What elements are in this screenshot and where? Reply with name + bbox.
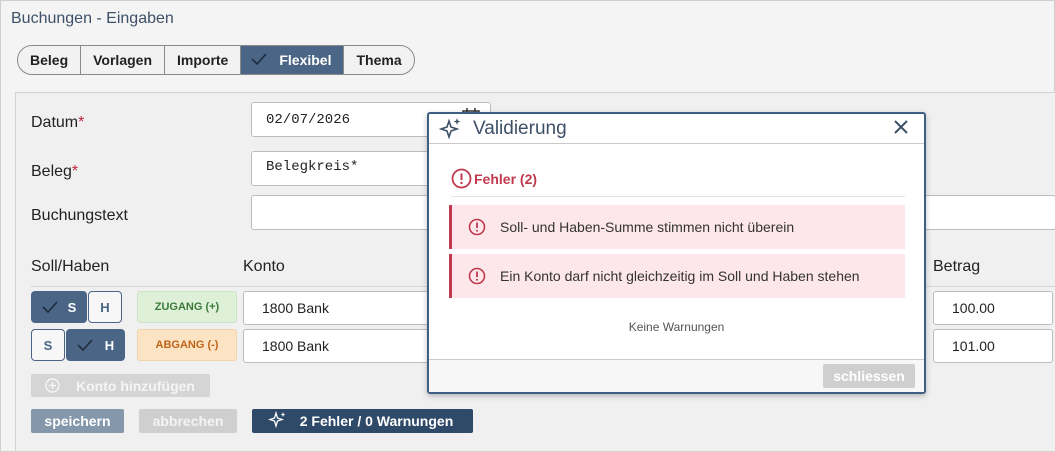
plus-circle-icon bbox=[45, 378, 60, 393]
tab-thema[interactable]: Thema bbox=[344, 46, 413, 74]
abgang-chip: ABGANG (-) bbox=[137, 329, 237, 361]
konto-input[interactable]: 1800 Bank bbox=[243, 329, 433, 363]
errors-heading: Fehler (2) bbox=[451, 168, 537, 189]
cancel-button[interactable]: abbrechen bbox=[139, 409, 237, 433]
sparkle-icon bbox=[268, 411, 288, 429]
haben-label: H bbox=[104, 337, 115, 353]
soll-button[interactable]: S bbox=[31, 291, 87, 323]
tab-importe[interactable]: Importe bbox=[165, 46, 242, 74]
buchungstext-label: Buchungstext bbox=[31, 207, 128, 224]
soll-haben-toggle: S H bbox=[31, 291, 122, 323]
add-konto-label: Konto hinzufügen bbox=[76, 377, 195, 394]
alert-circle-icon bbox=[468, 218, 486, 236]
datum-value: 02/07/2026 bbox=[266, 111, 351, 128]
column-soll-haben: Soll/Haben bbox=[31, 258, 110, 275]
validation-dialog: Validierung Fehler (2) Soll- und Haben-S… bbox=[427, 112, 926, 394]
betrag-input[interactable]: 101.00 bbox=[933, 329, 1053, 363]
divider bbox=[451, 196, 905, 197]
error-item: Ein Konto darf nicht gleichzeitig im Sol… bbox=[449, 254, 905, 298]
konto-input[interactable]: 1800 Bank bbox=[243, 291, 433, 325]
check-icon bbox=[42, 301, 58, 313]
zugang-chip: ZUGANG (+) bbox=[137, 291, 237, 323]
error-item: Soll- und Haben-Summe stimmen nicht über… bbox=[449, 205, 905, 249]
haben-button[interactable]: H bbox=[66, 329, 125, 361]
datum-label: Datum* bbox=[31, 114, 85, 131]
close-dialog-button[interactable]: schliessen bbox=[823, 364, 915, 388]
tab-bar: Beleg Vorlagen Importe Flexibel Thema bbox=[17, 45, 415, 75]
betrag-input[interactable]: 100.00 bbox=[933, 291, 1053, 325]
soll-label: S bbox=[67, 299, 77, 315]
errors-heading-label: Fehler (2) bbox=[474, 170, 538, 187]
no-warnings-text: Keine Warnungen bbox=[628, 320, 725, 334]
tab-flexibel-label: Flexibel bbox=[279, 52, 332, 68]
error-text: Ein Konto darf nicht gleichzeitig im Sol… bbox=[500, 268, 860, 284]
beleg-value: Belegkreis* bbox=[266, 159, 359, 175]
dialog-title: Validierung bbox=[473, 118, 567, 139]
soll-haben-toggle: S H bbox=[31, 329, 125, 361]
tab-flexibel[interactable]: Flexibel bbox=[241, 46, 345, 74]
check-icon bbox=[251, 53, 267, 66]
window-title: Buchungen - Eingaben bbox=[11, 10, 174, 27]
alert-circle-icon bbox=[468, 267, 486, 285]
add-konto-button[interactable]: Konto hinzufügen bbox=[31, 374, 210, 397]
dialog-footer: schliessen bbox=[429, 359, 924, 392]
save-button[interactable]: speichern bbox=[31, 409, 124, 433]
alert-circle-icon bbox=[451, 168, 472, 189]
error-text: Soll- und Haben-Summe stimmen nicht über… bbox=[500, 219, 795, 235]
soll-button[interactable]: S bbox=[31, 329, 65, 361]
validation-label: 2 Fehler / 0 Warnungen bbox=[299, 413, 454, 429]
dialog-header: Validierung bbox=[429, 114, 924, 144]
tab-vorlagen[interactable]: Vorlagen bbox=[81, 46, 165, 74]
beleg-label: Beleg* bbox=[31, 163, 79, 180]
tab-beleg[interactable]: Beleg bbox=[18, 46, 82, 74]
haben-button[interactable]: H bbox=[88, 291, 122, 323]
sparkle-icon bbox=[439, 117, 463, 139]
column-konto: Konto bbox=[243, 258, 285, 275]
validation-button[interactable]: 2 Fehler / 0 Warnungen bbox=[252, 409, 473, 433]
check-icon bbox=[77, 339, 93, 351]
column-betrag: Betrag bbox=[933, 258, 981, 275]
close-icon[interactable] bbox=[892, 118, 910, 136]
